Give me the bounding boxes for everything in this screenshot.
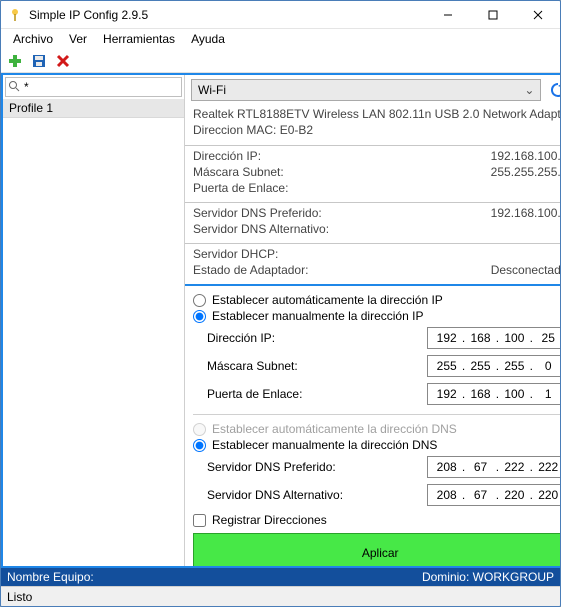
host-label: Nombre Equipo: xyxy=(7,570,94,584)
dns1-field-row: Servidor DNS Preferido: 208. 67. 222. 22… xyxy=(193,453,561,481)
titlebar: Simple IP Config 2.9.5 xyxy=(1,1,560,29)
domain-label: Dominio: WORKGROUP xyxy=(422,570,554,584)
sidebar: Profile 1 xyxy=(3,75,185,566)
ip-manual-radio[interactable]: Establecer manualmente la dirección IP xyxy=(193,308,561,324)
app-window: Simple IP Config 2.9.5 Archivo Ver Herra… xyxy=(0,0,561,607)
maximize-button[interactable] xyxy=(470,1,515,29)
ready-label: Listo xyxy=(7,590,32,604)
dns1-input[interactable]: 208. 67. 222. 222 xyxy=(427,456,561,478)
current-dns1-value: 192.168.100.1 xyxy=(491,206,561,220)
mask-field-row: Máscara Subnet: 255. 255. 255. 0 xyxy=(193,352,561,380)
menubar: Archivo Ver Herramientas Ayuda xyxy=(1,29,560,49)
current-dns1-label: Servidor DNS Preferido: xyxy=(193,206,322,220)
current-state-label: Estado de Adaptador: xyxy=(193,263,308,277)
toolbar xyxy=(1,49,560,73)
dns2-field-label: Servidor DNS Alternativo: xyxy=(207,488,343,502)
add-profile-button[interactable] xyxy=(5,51,25,71)
adapter-info: Realtek RTL8188ETV Wireless LAN 802.11n … xyxy=(185,105,561,146)
save-button[interactable] xyxy=(29,51,49,71)
separator xyxy=(193,414,561,415)
chevron-down-icon: ⌄ xyxy=(524,83,534,97)
ip-field-row: Dirección IP: 192. 168. 100. 25 xyxy=(193,324,561,352)
refresh-button[interactable] xyxy=(547,79,561,101)
current-dns2-label: Servidor DNS Alternativo: xyxy=(193,222,329,236)
window-title: Simple IP Config 2.9.5 xyxy=(29,8,425,22)
search-icon xyxy=(6,80,22,95)
adapter-mac: Direccion MAC: E0-B2 xyxy=(193,123,561,139)
adapter-select[interactable]: Wi-Fi ⌄ xyxy=(191,79,541,101)
content-area: Profile 1 Wi-Fi ⌄ Realtek RTL8188ETV Wir… xyxy=(1,73,560,568)
current-ip-label: Dirección IP: xyxy=(193,149,261,163)
status-bar-blue: Nombre Equipo: Dominio: WORKGROUP xyxy=(1,568,560,586)
gw-field-label: Puerta de Enlace: xyxy=(207,387,302,401)
register-checkbox[interactable]: Registrar Direcciones xyxy=(193,509,561,533)
status-bar-ready: Listo xyxy=(1,586,560,606)
search-box[interactable] xyxy=(5,77,182,97)
minimize-button[interactable] xyxy=(425,1,470,29)
main-panel: Wi-Fi ⌄ Realtek RTL8188ETV Wireless LAN … xyxy=(185,75,561,566)
search-input[interactable] xyxy=(22,79,181,95)
dns-manual-radio[interactable]: Establecer manualmente la dirección DNS xyxy=(193,437,561,453)
current-gw-label: Puerta de Enlace: xyxy=(193,181,288,195)
delete-button[interactable] xyxy=(53,51,73,71)
adapter-row: Wi-Fi ⌄ xyxy=(185,75,561,105)
ip-input[interactable]: 192. 168. 100. 25 xyxy=(427,327,561,349)
adapter-description: Realtek RTL8188ETV Wireless LAN 802.11n … xyxy=(193,107,561,123)
current-ip-value: 192.168.100.7 xyxy=(491,149,561,163)
menu-tools[interactable]: Herramientas xyxy=(95,30,183,48)
config-area: Establecer automáticamente la dirección … xyxy=(185,286,561,566)
app-icon xyxy=(7,7,23,23)
adapter-selected-label: Wi-Fi xyxy=(198,83,226,97)
current-state-value: Desconectado xyxy=(491,263,561,277)
current-state-block: Servidor DHCP: Estado de Adaptador: Desco… xyxy=(185,244,561,286)
dns-auto-radio[interactable]: Establecer automáticamente la dirección … xyxy=(193,421,561,437)
current-dns-block: Servidor DNS Preferido: 192.168.100.1 Ser… xyxy=(185,203,561,244)
mask-field-label: Máscara Subnet: xyxy=(207,359,298,373)
profile-list[interactable]: Profile 1 xyxy=(3,99,184,566)
close-button[interactable] xyxy=(515,1,560,29)
current-mask-value: 255.255.255.0 xyxy=(491,165,561,179)
current-mask-label: Máscara Subnet: xyxy=(193,165,284,179)
window-controls xyxy=(425,1,560,29)
menu-view[interactable]: Ver xyxy=(61,30,95,48)
gw-input[interactable]: 192. 168. 100. 1 xyxy=(427,383,561,405)
dns2-input[interactable]: 208. 67. 220. 220 xyxy=(427,484,561,506)
apply-button[interactable]: Aplicar xyxy=(193,533,561,566)
dns1-field-label: Servidor DNS Preferido: xyxy=(207,460,336,474)
dns2-field-row: Servidor DNS Alternativo: 208. 67. 220. … xyxy=(193,481,561,509)
menu-file[interactable]: Archivo xyxy=(5,30,61,48)
current-dhcp-label: Servidor DHCP: xyxy=(193,247,278,261)
mask-input[interactable]: 255. 255. 255. 0 xyxy=(427,355,561,377)
ip-auto-radio[interactable]: Establecer automáticamente la dirección … xyxy=(193,292,561,308)
profile-item[interactable]: Profile 1 xyxy=(3,99,184,118)
ip-field-label: Dirección IP: xyxy=(207,331,275,345)
menu-help[interactable]: Ayuda xyxy=(183,30,233,48)
gw-field-row: Puerta de Enlace: 192. 168. 100. 1 xyxy=(193,380,561,408)
current-ip-block: Dirección IP: 192.168.100.7 Máscara Subne… xyxy=(185,146,561,203)
